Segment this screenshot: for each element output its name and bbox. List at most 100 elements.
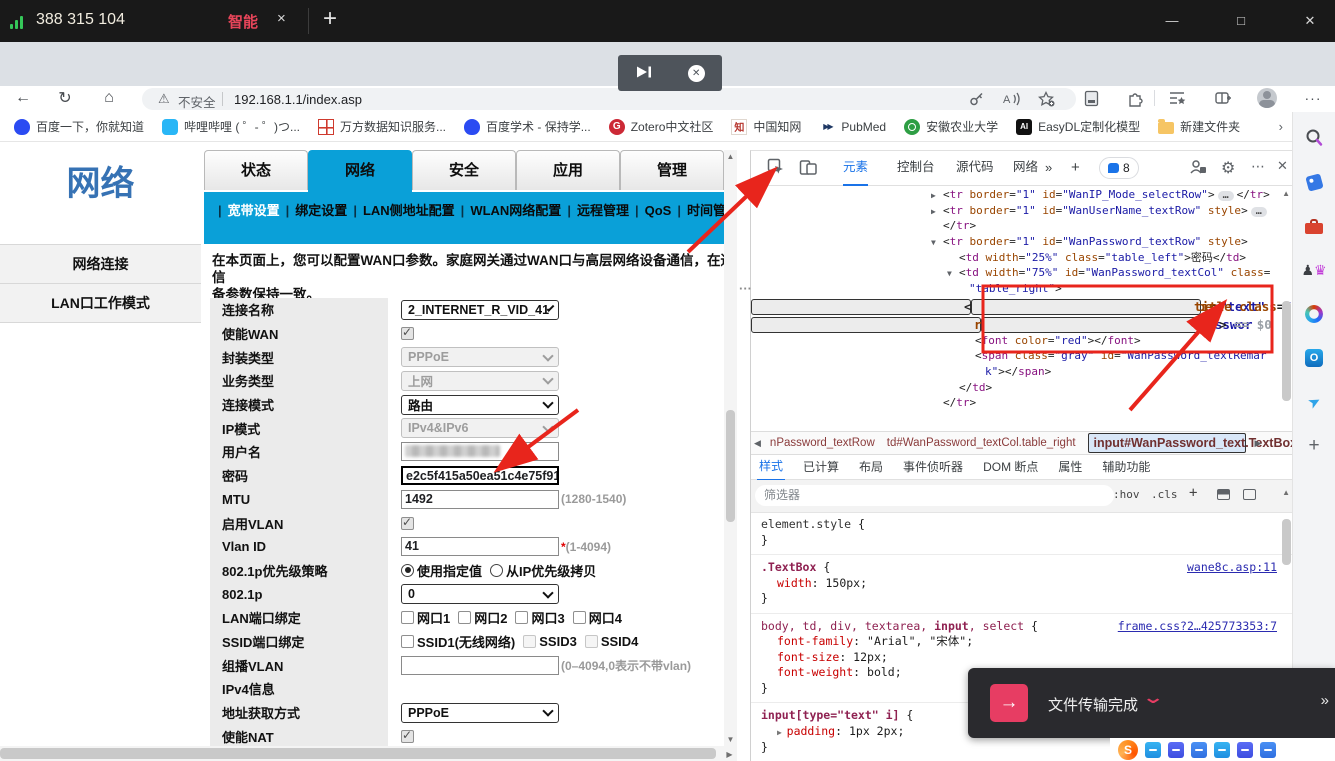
dom-line[interactable]: <input id="WanPassword_text" type="text": [751, 299, 971, 315]
splitter-dots-icon[interactable]: ···: [739, 281, 752, 296]
bookmark-item[interactable]: AIEasyDL定制化模型: [1016, 118, 1140, 135]
gear-icon[interactable]: ⚙: [1221, 158, 1235, 178]
dom-line[interactable]: realtype="TextBox" bindfield="Passwor: [751, 317, 981, 333]
page-vertical-scrollbar[interactable]: ▲ ▼: [724, 150, 737, 746]
add-panel-icon[interactable]: +: [1071, 151, 1080, 184]
toggle-cls[interactable]: .cls: [1151, 488, 1178, 501]
file-transfer-toast[interactable]: → 文件传输完成 ⌄ »: [968, 668, 1335, 738]
multicast-vlan-input[interactable]: [401, 656, 559, 675]
more-tabs-icon[interactable]: »: [1045, 151, 1052, 184]
bookmark-item[interactable]: GZotero中文社区: [609, 118, 714, 135]
url-text[interactable]: 192.168.1.1/index.asp: [234, 92, 362, 107]
styles-tab-2[interactable]: 布局: [857, 453, 885, 480]
sidebar-item-network-connection[interactable]: 网络连接: [0, 244, 201, 283]
twisty-icon[interactable]: ▼: [931, 235, 943, 251]
dom-line[interactable]: <td width="25%" class="table_left">密码</t…: [751, 250, 1293, 266]
lan-port-binding-checkbox[interactable]: [458, 611, 471, 624]
enable-vlan-checkbox[interactable]: [401, 517, 414, 530]
stop-circle-icon[interactable]: ✕: [688, 65, 705, 82]
dom-line[interactable]: </tr>: [751, 395, 1293, 411]
password-input[interactable]: e2c5f415a50ea51c4e75f919: [401, 466, 559, 485]
styles-tab-6[interactable]: 辅助功能: [1100, 453, 1152, 480]
css-property[interactable]: font-family: "Arial", "宋体";: [761, 634, 1283, 650]
css-property[interactable]: font-size: 12px;: [761, 650, 1283, 666]
css-property[interactable]: width: 150px;: [761, 576, 1283, 592]
scrollbar-thumb[interactable]: [0, 748, 716, 759]
connection-name-select[interactable]: 2_INTERNET_R_VID_41: [401, 300, 559, 320]
remote-maximize-button[interactable]: □: [1218, 0, 1264, 42]
devtools-tab-网络[interactable]: 网络: [1013, 151, 1038, 184]
subtab-WLAN网络配置[interactable]: WLAN网络配置: [470, 203, 561, 218]
dom-scroll-up-icon[interactable]: ▲: [1282, 189, 1290, 198]
read-aloud-icon[interactable]: A: [998, 87, 1024, 111]
stylesheet-link[interactable]: wane8c.asp:11: [1187, 560, 1277, 576]
favorite-add-icon[interactable]: [1034, 87, 1060, 111]
back-button[interactable]: ←: [10, 86, 36, 110]
scroll-up-icon[interactable]: ▲: [724, 150, 737, 163]
tab-应用[interactable]: 应用: [516, 150, 620, 190]
username-input[interactable]: [401, 442, 559, 461]
dom-line[interactable]: k"></span>: [751, 364, 1293, 380]
dom-tree[interactable]: ▶<tr border="1" id="WanIP_Mode_selectRow…: [751, 185, 1293, 433]
page-horizontal-scrollbar[interactable]: ▶: [0, 746, 737, 761]
dom-line[interactable]: ▶<tr border="1" id="WanIP_Mode_selectRow…: [751, 187, 1293, 203]
remote-close-button[interactable]: ✕: [1287, 0, 1333, 42]
inline-ellipsis-icon[interactable]: …: [1251, 207, 1267, 217]
color-scheme-icon[interactable]: [1217, 489, 1230, 500]
dom-line[interactable]: <span class="gray" id="WanPassword_textR…: [751, 348, 1293, 364]
devtools-tab-元素[interactable]: 元素: [843, 151, 868, 186]
breadcrumb-item[interactable]: td#WanPassword_textCol.table_right: [887, 437, 1076, 449]
flag-play-icon[interactable]: [635, 65, 653, 82]
addressing-mode-select[interactable]: PPPoE: [401, 703, 559, 723]
subtab-LAN侧地址配置[interactable]: LAN侧地址配置: [363, 203, 455, 218]
tab-安全[interactable]: 安全: [412, 150, 516, 190]
outlook-icon[interactable]: O: [1302, 346, 1326, 370]
settings-more-icon[interactable]: ···: [1300, 86, 1326, 110]
send-plane-icon[interactable]: ➤: [1302, 390, 1326, 414]
chevron-down-icon[interactable]: ⌄: [1142, 688, 1165, 708]
styles-tab-3[interactable]: 事件侦听器: [901, 453, 965, 480]
sogou-logo-icon[interactable]: S: [1118, 740, 1138, 760]
inspect-icon[interactable]: [767, 158, 785, 179]
dom-line[interactable]: d"> == $0: [981, 317, 1211, 333]
stylesheet-link[interactable]: frame.css?2…425773353:7: [1118, 619, 1277, 635]
css-rule[interactable]: wane8c.asp:11.TextBox {width: 150px;}: [751, 555, 1293, 614]
styles-tab-1[interactable]: 已计算: [801, 453, 841, 480]
dom-line[interactable]: ▶<tr border="1" id="WanUserName_textRow"…: [751, 203, 1293, 219]
css-rule[interactable]: element.style {}: [751, 512, 1293, 555]
collections-icon[interactable]: [1164, 86, 1190, 110]
scroll-right-icon[interactable]: ▶: [723, 748, 736, 761]
device-toolbar-icon[interactable]: [799, 158, 817, 179]
ime-icon-6[interactable]: [1260, 742, 1276, 758]
styles-tab-4[interactable]: DOM 断点: [981, 453, 1040, 480]
ime-icon-5[interactable]: [1237, 742, 1253, 758]
lan-port-binding-checkbox[interactable]: [401, 611, 414, 624]
expand-toggle-icon[interactable]: ▶: [777, 728, 787, 737]
subtab-QoS[interactable]: QoS: [645, 203, 672, 218]
8021p-policy-radio[interactable]: [401, 564, 414, 577]
breadcrumb-right-icon[interactable]: ▶: [1255, 438, 1262, 449]
subtab-远程管理[interactable]: 远程管理: [577, 203, 629, 218]
ime-icon-4[interactable]: [1214, 742, 1230, 758]
devtools-close-icon[interactable]: ✕: [1277, 158, 1288, 174]
twisty-icon[interactable]: ▶: [931, 204, 943, 220]
dom-line[interactable]: ▼<td width="75%" id="WanPassword_textCol…: [751, 265, 1293, 281]
shopping-tag-icon[interactable]: [1302, 170, 1326, 194]
remote-new-tab-button[interactable]: +: [323, 5, 337, 33]
address-bar[interactable]: ⚠ 不安全 192.168.1.1/index.asp A: [142, 88, 1076, 110]
people-icon[interactable]: [1189, 158, 1207, 179]
toggle-hov[interactable]: :hov: [1113, 488, 1140, 501]
avatar[interactable]: [1254, 86, 1280, 110]
vlan-id-input[interactable]: 41: [401, 537, 559, 556]
connection-mode-select[interactable]: 路由: [401, 395, 559, 415]
styles-scroll-up-icon[interactable]: ▲: [1282, 488, 1290, 497]
dom-line[interactable]: "table_right">: [751, 281, 1293, 297]
enable-wan-checkbox[interactable]: [401, 327, 414, 340]
search-icon[interactable]: [1302, 126, 1326, 150]
remote-minimize-button[interactable]: —: [1149, 0, 1195, 42]
bookmark-item[interactable]: 百度一下，你就知道: [14, 118, 144, 135]
breadcrumb-left-icon[interactable]: ◀: [754, 438, 761, 449]
bookmark-item[interactable]: 知中国知网: [731, 118, 801, 135]
games-icon[interactable]: ♟♛: [1302, 258, 1326, 282]
dom-line[interactable]: </td>: [751, 380, 1293, 396]
